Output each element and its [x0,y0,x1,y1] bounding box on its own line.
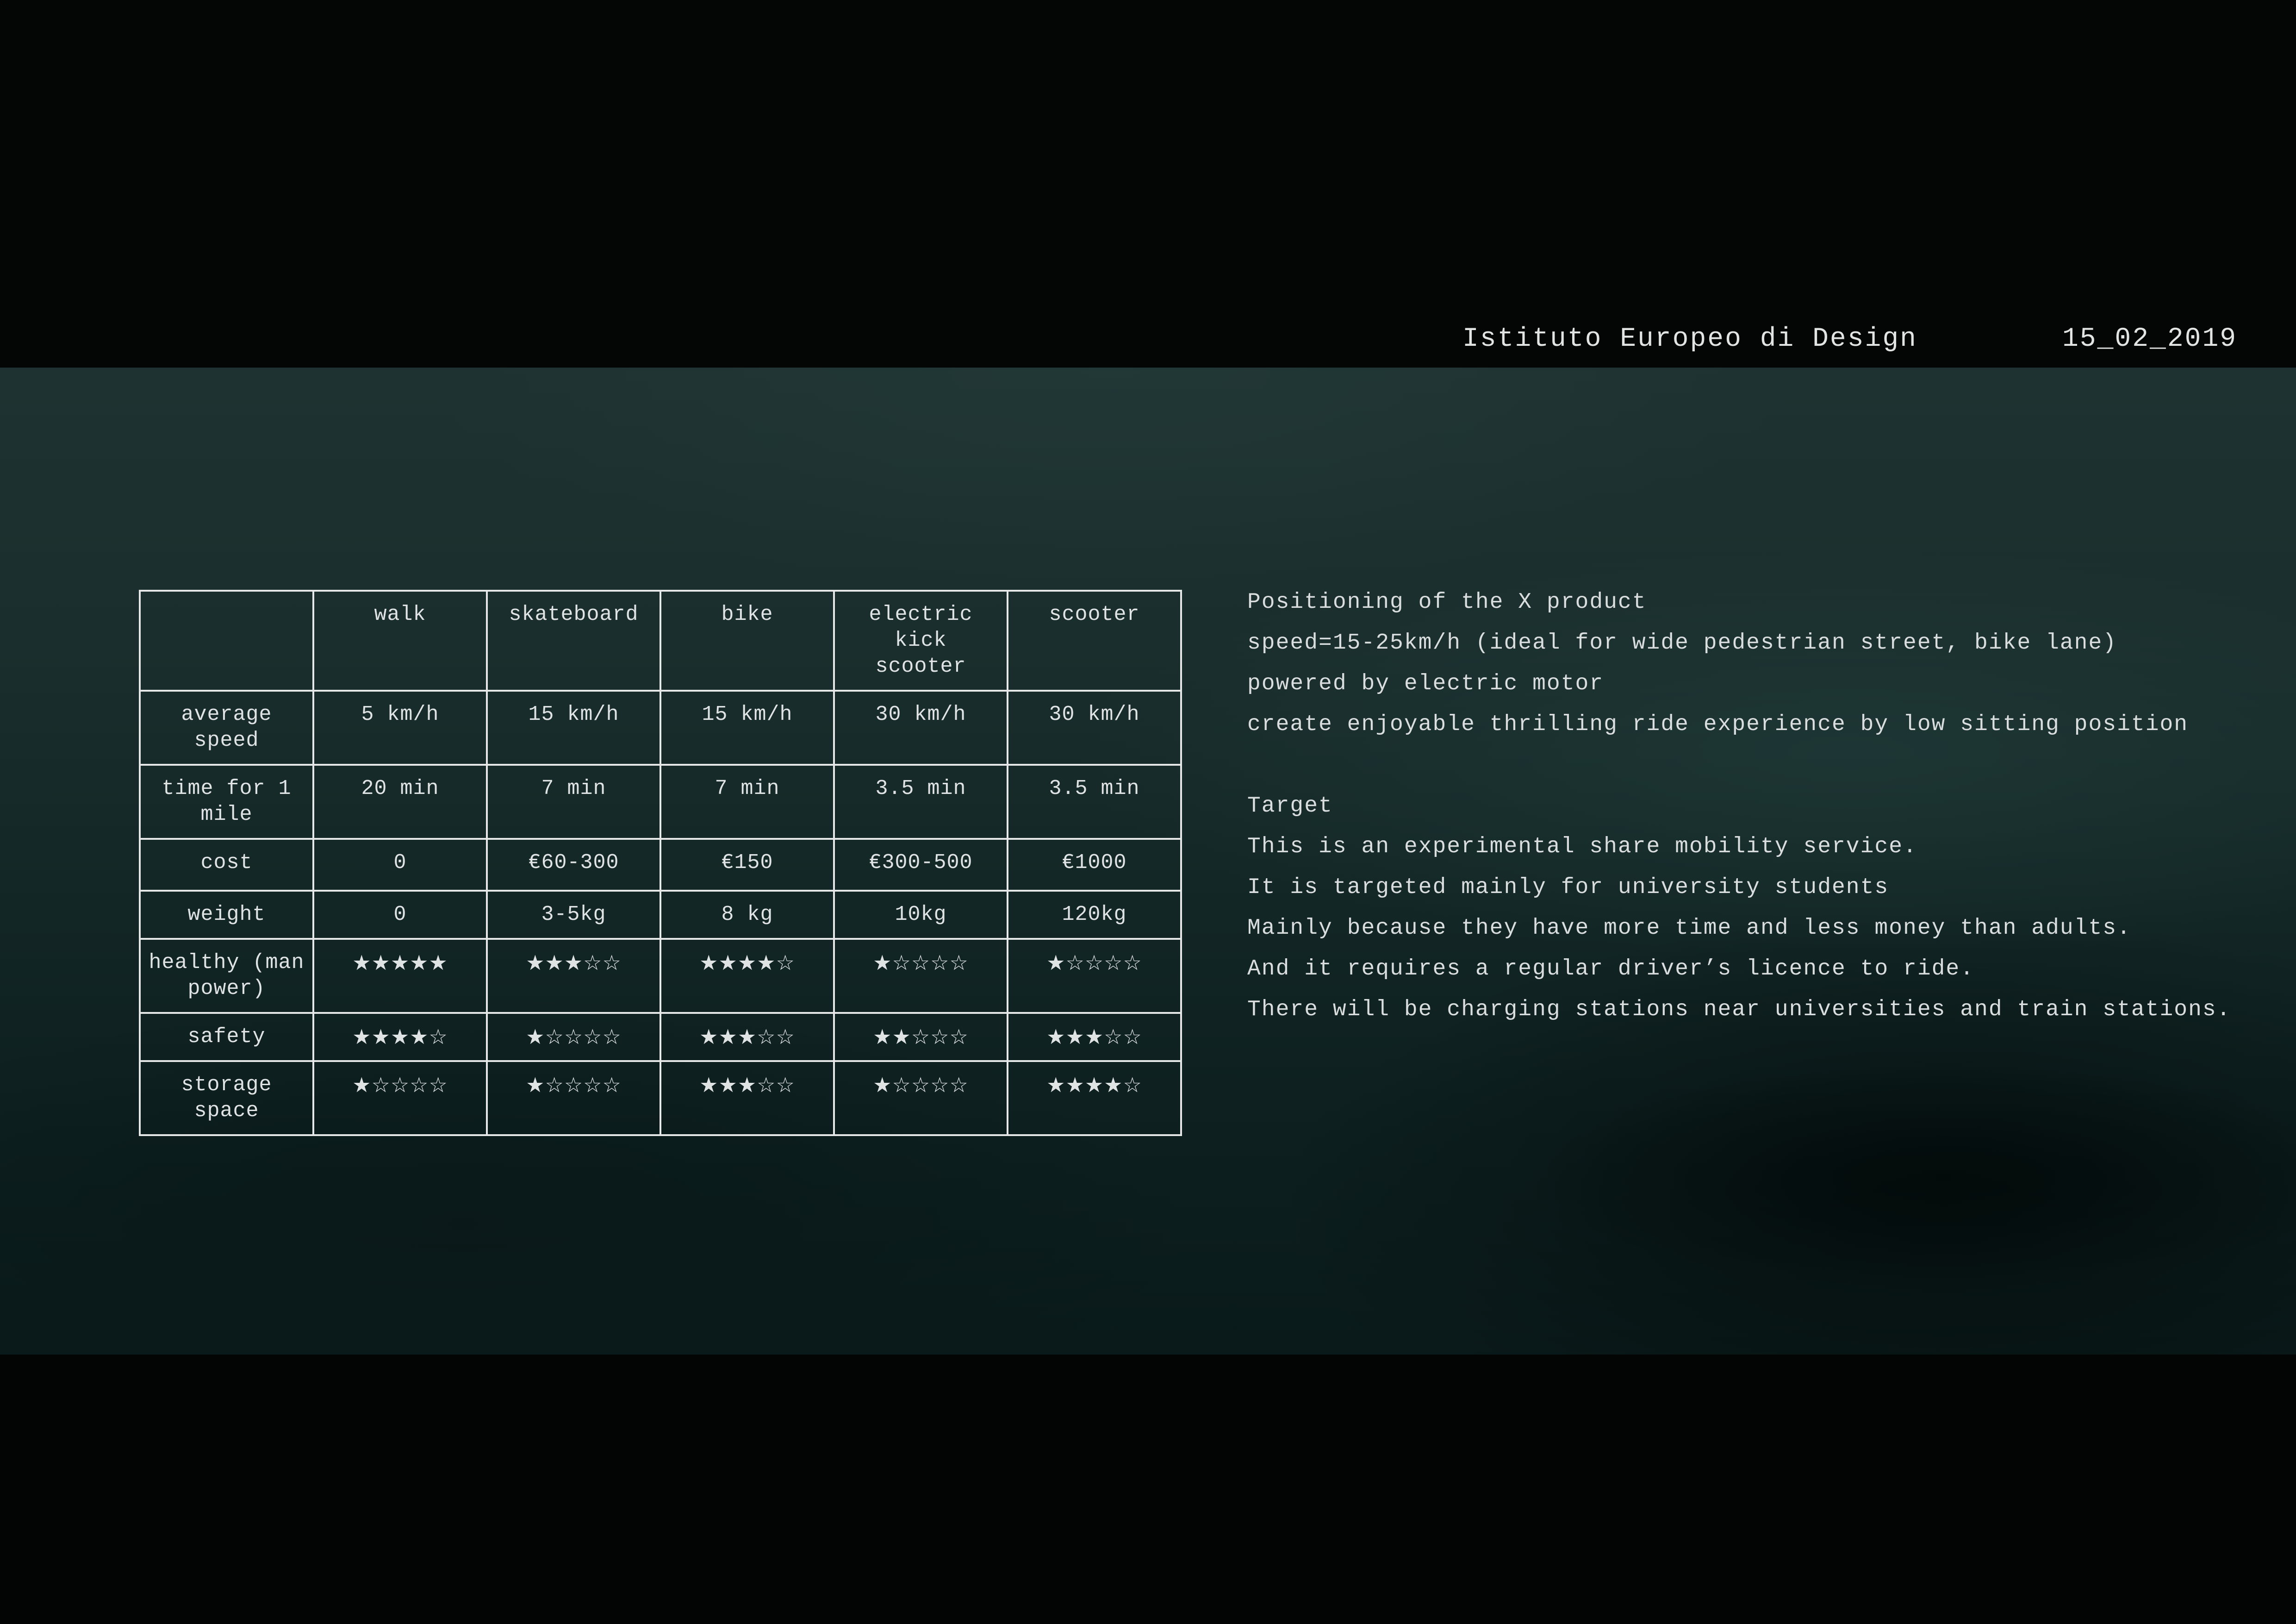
table-cell: €60-300 [486,838,661,892]
institute-name: Istituto Europeo di Design [1462,324,1917,354]
star-rating: ★★★★★ [312,938,488,1014]
table-cell: 8 kg [660,890,835,940]
table-cell: €300-500 [833,838,1008,892]
star-rating: ★★★☆☆ [1007,1012,1182,1062]
target-line: Mainly because they have more time and l… [1247,916,2131,941]
target-line: It is targeted mainly for university stu… [1247,875,1889,900]
target-line: This is an experimental share mobility s… [1247,834,1917,859]
table-cell: €1000 [1007,838,1182,892]
top-black-band [0,0,2296,368]
column-header-skateboard: skateboard [486,590,661,692]
star-rating: ★★★☆☆ [660,1012,835,1062]
table-cell: 15 km/h [660,690,835,766]
row-label: average speed [139,690,314,766]
target-line: There will be charging stations near uni… [1247,997,2231,1022]
star-rating: ★☆☆☆☆ [833,1060,1008,1136]
table-header-row: walk skateboard bike electric kick scoot… [139,590,1182,692]
table-cell: 3-5kg [486,890,661,940]
table-row: safety ★★★★☆ ★☆☆☆☆ ★★★☆☆ ★★☆☆☆ ★★★☆☆ [139,1012,1182,1062]
product-description: Positioning of the X product speed=15-25… [1247,585,2279,1033]
column-header-electric-kick-scooter: electric kick scooter [833,590,1008,692]
table-cell: 20 min [312,764,488,840]
table-cell: 5 km/h [312,690,488,766]
table-cell: 30 km/h [833,690,1008,766]
row-label: storage space [139,1060,314,1136]
positioning-line: create enjoyable thrilling ride experien… [1247,712,2189,737]
table-row: storage space ★☆☆☆☆ ★☆☆☆☆ ★★★☆☆ ★☆☆☆☆ ★★… [139,1060,1182,1136]
target-title: Target [1247,793,1333,818]
column-header-walk: walk [312,590,488,692]
table-cell: 7 min [486,764,661,840]
positioning-title: Positioning of the X product [1247,590,1647,615]
row-label: time for 1 mile [139,764,314,840]
table-cell: 3.5 min [833,764,1008,840]
bottom-black-band [0,1355,2296,1624]
table-corner-cell [139,590,314,692]
table-row: weight 0 3-5kg 8 kg 10kg 120kg [139,890,1182,940]
star-rating: ★☆☆☆☆ [1007,938,1182,1014]
table-cell: 0 [312,890,488,940]
star-rating: ★☆☆☆☆ [312,1060,488,1136]
document-date: 15_02_2019 [2062,324,2238,354]
row-label: safety [139,1012,314,1062]
star-rating: ★☆☆☆☆ [833,938,1008,1014]
table-cell: 120kg [1007,890,1182,940]
table-row: average speed 5 km/h 15 km/h 15 km/h 30 … [139,690,1182,766]
star-rating: ★★★☆☆ [486,938,661,1014]
positioning-line: speed=15-25km/h (ideal for wide pedestri… [1247,631,2117,656]
star-rating: ★★★☆☆ [660,1060,835,1136]
star-rating: ★☆☆☆☆ [486,1060,661,1136]
star-rating: ★★★★☆ [1007,1060,1182,1136]
mobility-comparison-table: walk skateboard bike electric kick scoot… [139,590,1182,1136]
table-cell: 0 [312,838,488,892]
table-cell: 30 km/h [1007,690,1182,766]
star-rating: ★★☆☆☆ [833,1012,1008,1062]
column-header-bike: bike [660,590,835,692]
star-rating: ★★★★☆ [660,938,835,1014]
table-cell: 10kg [833,890,1008,940]
row-label: healthy (man power) [139,938,314,1014]
table-row: cost 0 €60-300 €150 €300-500 €1000 [139,838,1182,892]
target-line: And it requires a regular driver’s licen… [1247,956,1975,981]
table-row: healthy (man power) ★★★★★ ★★★☆☆ ★★★★☆ ★☆… [139,938,1182,1014]
row-label: cost [139,838,314,892]
positioning-line: powered by electric motor [1247,671,1604,696]
table-cell: €150 [660,838,835,892]
table-row: time for 1 mile 20 min 7 min 7 min 3.5 m… [139,764,1182,840]
star-rating: ★★★★☆ [312,1012,488,1062]
star-rating: ★☆☆☆☆ [486,1012,661,1062]
table-cell: 15 km/h [486,690,661,766]
table-cell: 7 min [660,764,835,840]
table-cell: 3.5 min [1007,764,1182,840]
row-label: weight [139,890,314,940]
column-header-scooter: scooter [1007,590,1182,692]
